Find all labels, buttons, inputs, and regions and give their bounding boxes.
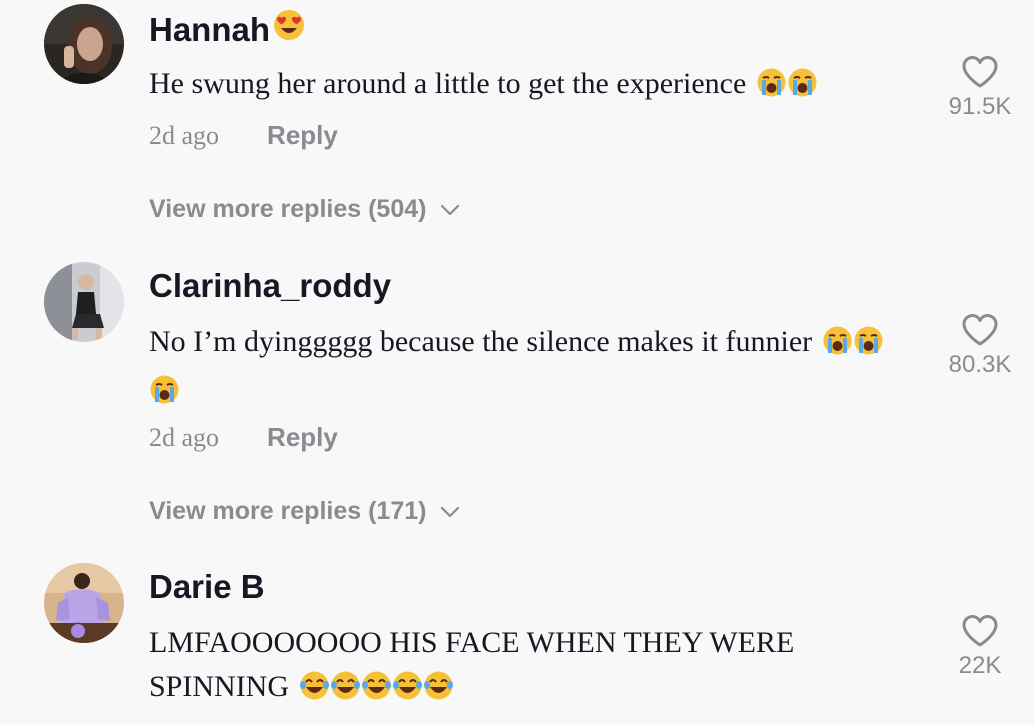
comment-text-body: He swung her around a little to get the …: [149, 67, 747, 100]
tears-of-joy-emoji-icon: [330, 670, 361, 714]
crying-face-emoji-icon: [149, 374, 180, 418]
username-text: Darie B: [149, 568, 265, 605]
tears-of-joy-emoji-icon: [299, 670, 330, 714]
comment-text: He swung her around a little to get the …: [149, 62, 909, 111]
like-count: 91.5K: [948, 93, 1012, 120]
chevron-down-icon: [441, 204, 460, 215]
tears-of-joy-emoji-icon: [423, 670, 454, 714]
crying-face-emoji-icon: [853, 325, 884, 369]
username[interactable]: Hannah: [149, 8, 306, 51]
view-more-label: View more replies (171): [149, 497, 427, 525]
avatar[interactable]: [44, 4, 124, 84]
heart-outline-icon: [962, 56, 998, 88]
username[interactable]: Darie B: [149, 567, 265, 607]
comment-text: LMFAOOOOOOO HIS FACE WHEN THEY WERE SPIN…: [149, 621, 869, 714]
heart-eyes-emoji-icon: [272, 8, 306, 51]
username[interactable]: Clarinha_roddy: [149, 266, 391, 306]
comment-meta: 2d ago Reply: [149, 120, 338, 151]
like-button[interactable]: 91.5K: [935, 55, 1025, 121]
like-button[interactable]: 80.3K: [935, 313, 1025, 379]
comment-meta: 2d ago Reply: [149, 422, 338, 453]
view-more-replies-button[interactable]: View more replies (504): [149, 195, 460, 224]
avatar[interactable]: [44, 563, 124, 643]
tears-of-joy-emoji-icon: [392, 670, 423, 714]
comment-text-body: LMFAOOOOOOO HIS FACE WHEN THEY WERE SPIN…: [149, 626, 795, 703]
comment-text-body: No I’m dyinggggg because the silence mak…: [149, 325, 813, 358]
username-text: Clarinha_roddy: [149, 267, 392, 304]
like-count: 22K: [958, 652, 1002, 679]
tears-of-joy-emoji-icon: [361, 670, 392, 714]
like-button[interactable]: 22K: [935, 614, 1025, 680]
heart-outline-icon: [962, 314, 998, 346]
reply-button[interactable]: Reply: [267, 422, 338, 453]
like-count: 80.3K: [948, 351, 1012, 378]
crying-face-emoji-icon: [822, 325, 853, 369]
username-text: Hannah: [149, 10, 271, 48]
chevron-down-icon: [441, 506, 460, 517]
avatar[interactable]: [44, 262, 124, 342]
heart-outline-icon: [962, 615, 998, 647]
comment-text: No I’m dyinggggg because the silence mak…: [149, 320, 909, 418]
crying-face-emoji-icon: [787, 67, 818, 111]
timestamp: 2d ago: [149, 422, 220, 452]
reply-button[interactable]: Reply: [267, 120, 338, 151]
view-more-replies-button[interactable]: View more replies (171): [149, 497, 460, 526]
timestamp: 2d ago: [149, 120, 220, 150]
crying-face-emoji-icon: [756, 67, 787, 111]
view-more-label: View more replies (504): [149, 195, 427, 223]
